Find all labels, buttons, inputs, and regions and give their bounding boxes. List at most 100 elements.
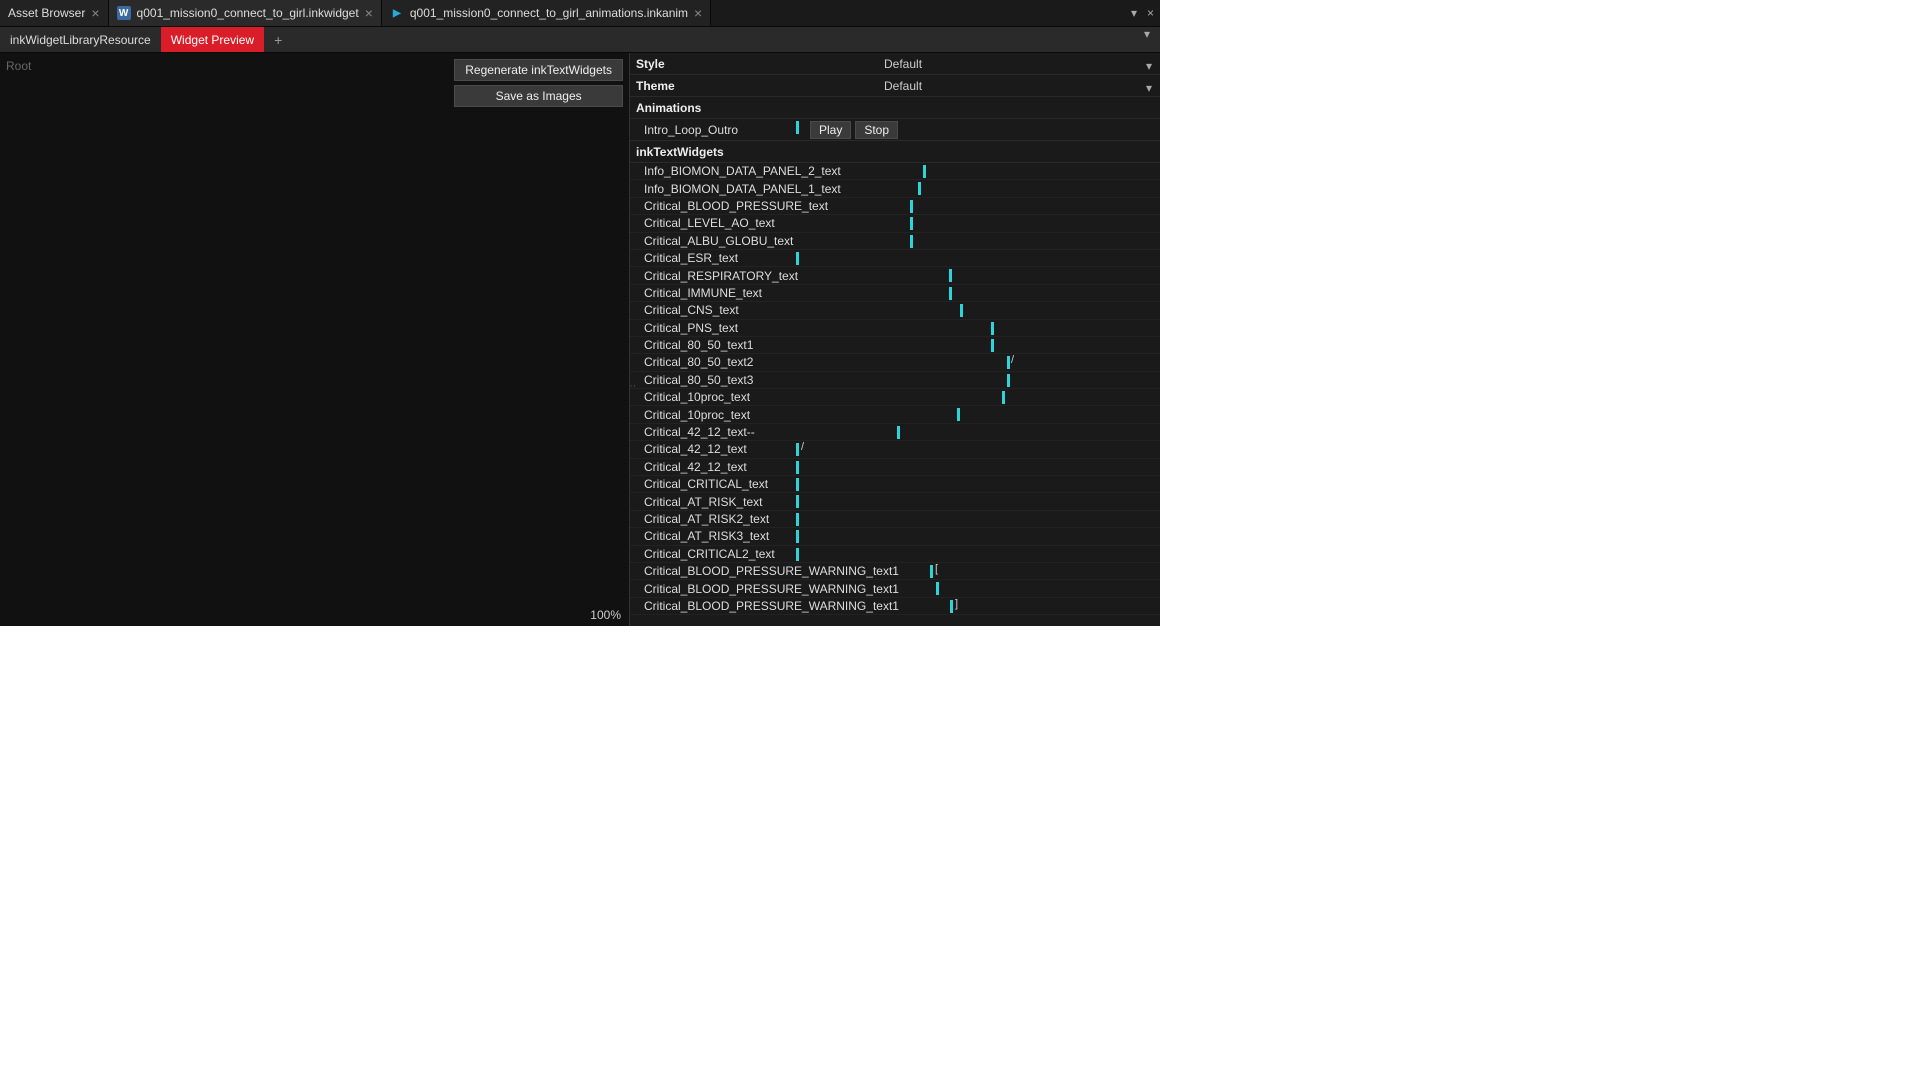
widget-row[interactable]: Critical_AT_RISK3_text [630, 528, 1160, 545]
animation-row[interactable]: Intro_Loop_Outro Play Stop [630, 119, 1160, 141]
timeline-tick [991, 322, 994, 335]
timeline-tick [960, 304, 963, 317]
theme-row: Theme Default ▾ [630, 75, 1160, 97]
widget-row[interactable]: Critical_AT_RISK2_text [630, 511, 1160, 528]
chevron-down-icon[interactable]: ▾ [1134, 27, 1160, 52]
widget-row[interactable]: Info_BIOMON_DATA_PANEL_1_text [630, 180, 1160, 197]
play-button[interactable]: Play [810, 121, 851, 139]
widget-row[interactable]: Critical_CRITICAL_text [630, 476, 1160, 493]
chevron-down-icon: ▾ [1146, 81, 1152, 95]
close-icon[interactable]: × [365, 5, 373, 21]
widget-row[interactable]: Critical_10proc_text [630, 389, 1160, 406]
style-row: Style Default ▾ [630, 53, 1160, 75]
preview-actions: Regenerate inkTextWidgets Save as Images [454, 59, 623, 107]
root-label: Root [6, 59, 31, 73]
subtab-inkwidgetlibrary[interactable]: inkWidgetLibraryResource [0, 27, 161, 52]
widget-row[interactable]: Critical_CNS_text [630, 302, 1160, 319]
timeline-tick [796, 513, 799, 526]
widget-row[interactable]: Critical_BLOOD_PRESSURE_text [630, 198, 1160, 215]
widget-row[interactable]: Critical_AT_RISK_text [630, 493, 1160, 510]
inktextwidgets-header: inkTextWidgets [630, 141, 1160, 163]
widget-row[interactable]: Critical_BLOOD_PRESSURE_WARNING_text1] [630, 598, 1160, 615]
widget-row[interactable]: Critical_PNS_text [630, 320, 1160, 337]
chevron-down-icon[interactable]: ▾ [1131, 6, 1137, 20]
timeline-tick [796, 548, 799, 561]
timeline-tick [991, 339, 994, 352]
tab-label: q001_mission0_connect_to_girl.inkwidget [137, 6, 359, 20]
widget-row[interactable]: Critical_80_50_text3 [630, 372, 1160, 389]
add-subtab-button[interactable]: + [264, 27, 292, 52]
chevron-down-icon: ▾ [1146, 59, 1152, 73]
close-icon[interactable]: × [1147, 6, 1154, 20]
inkwidget-icon: W [117, 6, 131, 20]
widget-trailing-char: / [801, 441, 804, 453]
theme-value: Default [884, 79, 922, 93]
style-label: Style [630, 57, 884, 71]
widget-row[interactable]: Critical_ALBU_GLOBU_text [630, 233, 1160, 250]
timeline-tick [796, 443, 799, 456]
widget-row[interactable]: Critical_80_50_text1 [630, 337, 1160, 354]
tab-label: q001_mission0_connect_to_girl_animations… [410, 6, 688, 20]
widget-row[interactable]: Critical_CRITICAL2_text [630, 546, 1160, 563]
timeline-tick [923, 165, 926, 178]
widget-row[interactable]: Critical_42_12_text-- [630, 424, 1160, 441]
widget-row[interactable]: Critical_10proc_text [630, 406, 1160, 423]
subtab-label: inkWidgetLibraryResource [10, 33, 151, 47]
widget-row[interactable]: Critical_42_12_text/ [630, 441, 1160, 458]
widget-row[interactable]: Critical_ESR_text [630, 250, 1160, 267]
theme-dropdown[interactable]: Default ▾ [884, 79, 1160, 93]
widget-name: Critical_10proc_text [630, 390, 970, 404]
widget-name: Info_BIOMON_DATA_PANEL_2_text [630, 164, 970, 178]
timeline-tick [796, 252, 799, 265]
widget-name: Critical_CRITICAL_text [630, 477, 970, 491]
tab-asset-browser[interactable]: Asset Browser × [0, 0, 109, 26]
widget-list: Info_BIOMON_DATA_PANEL_2_text Info_BIOMON… [630, 163, 1160, 615]
widget-trailing-char: [ [935, 563, 938, 575]
close-icon[interactable]: × [91, 5, 99, 21]
widget-row[interactable]: Critical_IMMUNE_text [630, 285, 1160, 302]
inspector-pane[interactable]: ⋮ Style Default ▾ Theme Default ▾ Animat… [630, 53, 1160, 626]
tab-inkanim[interactable]: ▶ q001_mission0_connect_to_girl_animatio… [382, 0, 711, 26]
timeline-tick [796, 478, 799, 491]
stop-button[interactable]: Stop [855, 121, 898, 139]
timeline-tick [936, 582, 939, 595]
animations-header: Animations [630, 97, 1160, 119]
timeline-tick [957, 408, 960, 421]
timeline-tick [796, 461, 799, 474]
widget-row[interactable]: Critical_42_12_text [630, 459, 1160, 476]
widget-name: Critical_IMMUNE_text [630, 286, 970, 300]
timeline-tick [1007, 356, 1010, 369]
timeline-tick [796, 495, 799, 508]
widget-row[interactable]: Critical_RESPIRATORY_text [630, 267, 1160, 284]
widget-row[interactable]: Critical_BLOOD_PRESSURE_WARNING_text1 [630, 580, 1160, 597]
widget-name: Critical_80_50_text2 [630, 355, 970, 369]
timeline-tick [910, 235, 913, 248]
regenerate-button[interactable]: Regenerate inkTextWidgets [454, 59, 623, 81]
animation-name: Intro_Loop_Outro [630, 123, 796, 137]
widget-name: Critical_RESPIRATORY_text [630, 269, 970, 283]
widget-row[interactable]: Critical_LEVEL_AO_text [630, 215, 1160, 232]
tab-label: Asset Browser [8, 6, 85, 20]
theme-label: Theme [630, 79, 884, 93]
widget-row[interactable]: Critical_80_50_text2 / [630, 354, 1160, 371]
subtab-widget-preview[interactable]: Widget Preview [161, 27, 264, 52]
style-dropdown[interactable]: Default ▾ [884, 57, 1160, 71]
widget-row[interactable]: Info_BIOMON_DATA_PANEL_2_text [630, 163, 1160, 180]
play-icon: ▶ [390, 6, 404, 20]
widget-name: Critical_BLOOD_PRESSURE_WARNING_text1 [630, 564, 970, 578]
widget-name: Critical_BLOOD_PRESSURE_WARNING_text1 [630, 599, 970, 613]
close-icon[interactable]: × [694, 5, 702, 21]
widget-trailing-char: / [1011, 354, 1014, 366]
save-images-button[interactable]: Save as Images [454, 85, 623, 107]
widget-name: Critical_AT_RISK_text [630, 495, 970, 509]
widget-name: Critical_ESR_text [630, 251, 970, 265]
tab-inkwidget[interactable]: W q001_mission0_connect_to_girl.inkwidge… [109, 0, 382, 26]
subtabbar: inkWidgetLibraryResource Widget Preview … [0, 27, 1160, 53]
widget-name: Critical_PNS_text [630, 321, 970, 335]
widget-name: Critical_CNS_text [630, 303, 970, 317]
widget-row[interactable]: Critical_BLOOD_PRESSURE_WARNING_text1[ [630, 563, 1160, 580]
subtab-label: Widget Preview [171, 33, 254, 47]
widget-name: Critical_LEVEL_AO_text [630, 216, 970, 230]
timeline-tick [949, 287, 952, 300]
widget-name: Critical_AT_RISK2_text [630, 512, 970, 526]
